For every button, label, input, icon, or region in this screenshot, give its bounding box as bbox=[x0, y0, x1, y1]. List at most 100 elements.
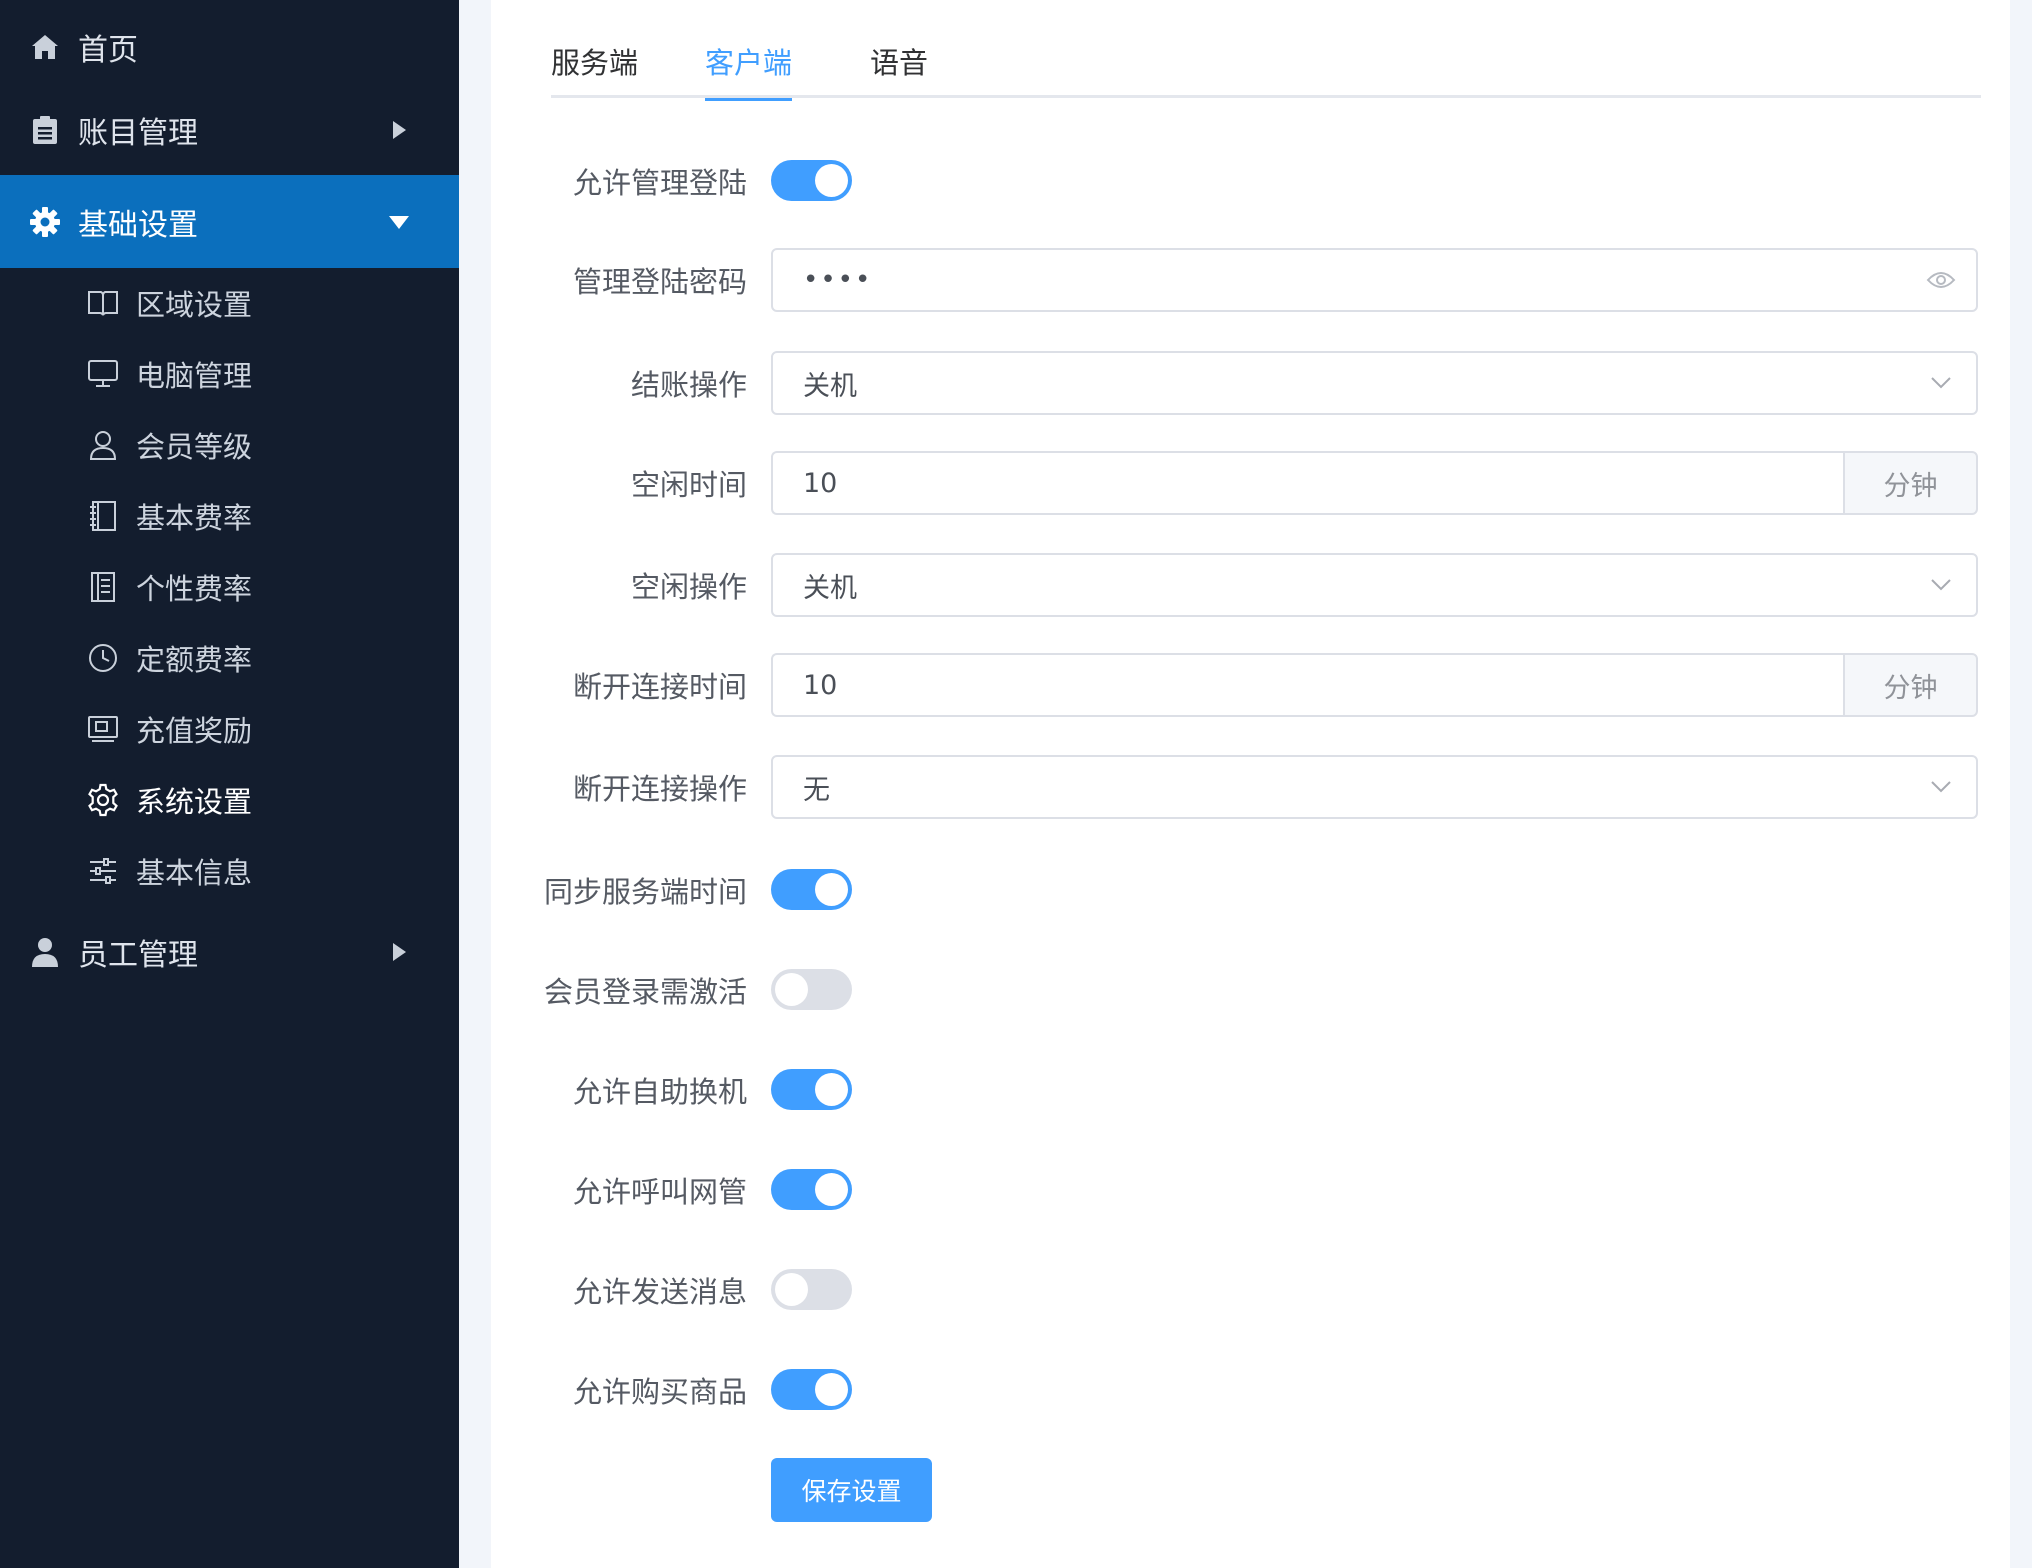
allow-admin-login-switch[interactable] bbox=[771, 160, 852, 201]
user-icon bbox=[86, 428, 120, 462]
form-label: 允许购买商品 bbox=[572, 1375, 747, 1409]
document-icon bbox=[86, 570, 120, 604]
allow-self-switch-switch[interactable] bbox=[771, 1069, 852, 1110]
form-label: 结账操作 bbox=[630, 368, 747, 402]
form-label: 同步服务端时间 bbox=[543, 875, 747, 909]
book-open-icon bbox=[86, 286, 120, 320]
member-login-activation-switch[interactable] bbox=[771, 969, 852, 1010]
form-label: 允许发送消息 bbox=[572, 1275, 747, 1309]
sidebar-item-accounts[interactable]: 账目管理 bbox=[0, 83, 459, 176]
person-icon bbox=[28, 935, 62, 969]
sidebar-item-member-levels[interactable]: 会员等级 bbox=[0, 410, 459, 480]
allow-buy-goods-switch[interactable] bbox=[771, 1369, 852, 1410]
sync-server-time-switch[interactable] bbox=[771, 869, 852, 910]
select-value: 无 bbox=[803, 774, 830, 806]
settings-panel: 服务端 客户端 语音 允许管理登陆 管理登陆密码 •••• 结账操作 关机 空闲… bbox=[491, 0, 2010, 1568]
form-label: 空闲操作 bbox=[630, 570, 747, 604]
sidebar-item-label: 基本信息 bbox=[136, 856, 253, 890]
form-row-admin-password: 管理登陆密码 •••• bbox=[491, 248, 2010, 312]
sidebar-item-label: 区域设置 bbox=[136, 288, 253, 322]
switch-knob bbox=[775, 973, 808, 1006]
sidebar-item-label: 定额费率 bbox=[136, 643, 253, 677]
caret-down-icon bbox=[388, 211, 410, 233]
form-label: 允许管理登陆 bbox=[572, 166, 747, 200]
sidebar-item-label: 首页 bbox=[78, 32, 138, 68]
sidebar-item-label: 会员等级 bbox=[136, 430, 253, 464]
chevron-down-icon bbox=[1926, 571, 1956, 599]
unit-label: 分钟 bbox=[1843, 451, 1978, 515]
cog-icon bbox=[86, 783, 120, 817]
switch-knob bbox=[815, 1073, 848, 1106]
sidebar-item-label: 系统设置 bbox=[136, 785, 253, 819]
form-row-idle-time: 空闲时间 10 分钟 bbox=[491, 451, 2010, 515]
switch-knob bbox=[775, 1273, 808, 1306]
sidebar-item-home[interactable]: 首页 bbox=[0, 0, 459, 93]
sidebar-item-label: 基本费率 bbox=[136, 501, 253, 535]
clock-icon bbox=[86, 641, 120, 675]
monitor-icon bbox=[86, 357, 120, 391]
sidebar-item-label: 充值奖励 bbox=[136, 714, 253, 748]
form-row-allow-buy-goods: 允许购买商品 bbox=[491, 1358, 2010, 1422]
select-value: 关机 bbox=[803, 572, 857, 604]
chevron-down-icon bbox=[1926, 773, 1956, 801]
form-row-checkout-action: 结账操作 关机 bbox=[491, 351, 2010, 415]
tab-server[interactable]: 服务端 bbox=[551, 40, 638, 98]
app-window: 首页 账目管理 基础设置 区域设置 电脑管理 会员等级 基本费率 个性费率 定额… bbox=[0, 0, 2032, 1568]
disconnect-action-select[interactable]: 无 bbox=[771, 755, 1978, 819]
home-icon bbox=[28, 30, 62, 64]
form-label: 断开连接时间 bbox=[572, 670, 747, 704]
idle-time-input[interactable]: 10 bbox=[771, 451, 1843, 515]
form-row-allow-admin-login: 允许管理登陆 bbox=[491, 149, 2010, 213]
tab-voice[interactable]: 语音 bbox=[870, 40, 928, 98]
clipboard-icon bbox=[28, 113, 62, 147]
form-row-disconnect-time: 断开连接时间 10 分钟 bbox=[491, 653, 2010, 717]
allow-call-admin-switch[interactable] bbox=[771, 1169, 852, 1210]
caret-right-icon bbox=[388, 941, 410, 963]
tab-bar: 服务端 客户端 语音 bbox=[551, 0, 1981, 101]
sidebar-item-recharge-rewards[interactable]: 充值奖励 bbox=[0, 694, 459, 764]
sidebar-item-custom-rates[interactable]: 个性费率 bbox=[0, 552, 459, 622]
switch-knob bbox=[815, 1373, 848, 1406]
notebook-icon bbox=[86, 499, 120, 533]
switch-knob bbox=[815, 1173, 848, 1206]
sidebar-item-region[interactable]: 区域设置 bbox=[0, 268, 459, 338]
sliders-icon bbox=[86, 854, 120, 888]
disconnect-time-input-group: 10 分钟 bbox=[771, 653, 1978, 717]
sidebar-item-label: 电脑管理 bbox=[136, 359, 253, 393]
form-label: 管理登陆密码 bbox=[572, 265, 747, 299]
sidebar-item-label: 员工管理 bbox=[78, 937, 198, 973]
form-row-member-login-activation: 会员登录需激活 bbox=[491, 958, 2010, 1022]
checkout-action-select[interactable]: 关机 bbox=[771, 351, 1978, 415]
disconnect-time-input[interactable]: 10 bbox=[771, 653, 1843, 717]
sidebar-item-label: 账目管理 bbox=[78, 115, 198, 151]
sidebar-item-basic-settings[interactable]: 基础设置 bbox=[0, 175, 459, 268]
sidebar-item-system-settings[interactable]: 系统设置 bbox=[0, 765, 459, 835]
gear-icon bbox=[28, 205, 62, 239]
form-row-allow-send-message: 允许发送消息 bbox=[491, 1258, 2010, 1322]
chevron-down-icon bbox=[1926, 369, 1956, 397]
form-label: 允许呼叫网管 bbox=[572, 1175, 747, 1209]
form-row-idle-action: 空闲操作 关机 bbox=[491, 553, 2010, 617]
sidebar-item-label: 个性费率 bbox=[136, 572, 253, 606]
unit-label: 分钟 bbox=[1843, 653, 1978, 717]
save-settings-button[interactable]: 保存设置 bbox=[771, 1458, 932, 1522]
form-row-disconnect-action: 断开连接操作 无 bbox=[491, 755, 2010, 819]
sidebar-item-base-rates[interactable]: 基本费率 bbox=[0, 481, 459, 551]
admin-password-input[interactable]: •••• bbox=[771, 248, 1978, 312]
sidebar-item-label: 基础设置 bbox=[78, 207, 198, 243]
idle-action-select[interactable]: 关机 bbox=[771, 553, 1978, 617]
sidebar-item-basic-info[interactable]: 基本信息 bbox=[0, 836, 459, 906]
allow-send-message-switch[interactable] bbox=[771, 1269, 852, 1310]
tab-client[interactable]: 客户端 bbox=[705, 40, 793, 101]
form-row-sync-server-time: 同步服务端时间 bbox=[491, 858, 2010, 922]
eye-icon[interactable] bbox=[1926, 266, 1956, 294]
form-label: 允许自助换机 bbox=[572, 1075, 747, 1109]
sidebar-item-computers[interactable]: 电脑管理 bbox=[0, 339, 459, 409]
form-label: 空闲时间 bbox=[630, 468, 747, 502]
password-value: •••• bbox=[803, 265, 873, 295]
gift-card-icon bbox=[86, 712, 120, 746]
switch-knob bbox=[815, 873, 848, 906]
sidebar-item-fixed-rates[interactable]: 定额费率 bbox=[0, 623, 459, 693]
sidebar-item-staff[interactable]: 员工管理 bbox=[0, 905, 459, 998]
idle-time-input-group: 10 分钟 bbox=[771, 451, 1978, 515]
